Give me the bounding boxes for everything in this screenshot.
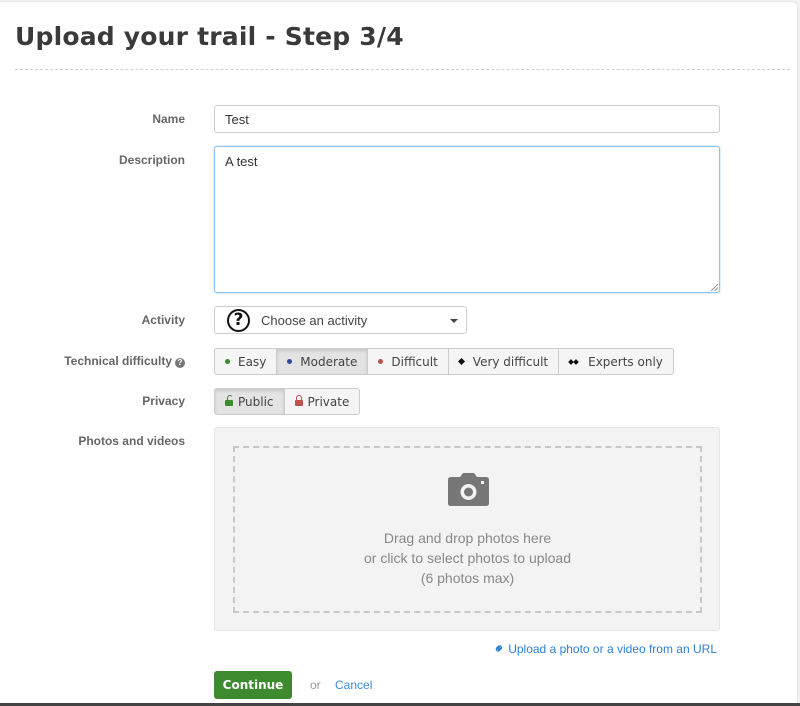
caret-down-icon	[450, 319, 458, 323]
camera-icon	[448, 473, 489, 506]
privacy-label: Privacy	[142, 394, 185, 408]
difficulty-very-difficult-label: Very difficult	[472, 354, 549, 369]
photos-label: Photos and videos	[78, 434, 185, 448]
description-label: Description	[118, 153, 185, 167]
name-label: Name	[152, 112, 185, 126]
dropzone-dashed-area[interactable]: Drag and drop photos here or click to se…	[233, 446, 702, 613]
unlock-icon	[225, 395, 233, 406]
privacy-private-button[interactable]: Private	[285, 389, 360, 414]
difficulty-easy-label: Easy	[238, 354, 267, 369]
activity-selected: Choose an activity	[261, 313, 368, 328]
dropzone-line-3: (6 photos max)	[420, 570, 515, 586]
difficulty-easy-button[interactable]: Easy	[215, 349, 278, 374]
difficulty-label-text: Technical difficulty	[64, 354, 172, 368]
difficulty-very-difficult-button[interactable]: Very difficult	[449, 349, 560, 374]
difficulty-experts-button[interactable]: Experts only	[559, 349, 673, 374]
help-icon[interactable]: ?	[175, 358, 185, 368]
upload-from-url-text: Upload a photo or a video from an URL	[508, 642, 717, 656]
red-dot-icon	[378, 359, 384, 364]
question-circle-icon: ?	[227, 309, 250, 332]
privacy-button-group: Public Private	[214, 388, 361, 415]
activity-label: Activity	[141, 313, 185, 327]
double-black-diamond-icon	[568, 358, 579, 365]
difficulty-label: Technical difficulty?	[64, 354, 185, 368]
blue-dot-icon	[287, 359, 293, 364]
difficulty-moderate-label: Moderate	[300, 354, 358, 369]
or-text: or	[310, 678, 321, 692]
title-divider	[15, 69, 790, 70]
difficulty-experts-label: Experts only	[588, 354, 663, 369]
dropzone-text: Drag and drop photos here or click to se…	[235, 528, 700, 588]
green-dot-icon	[225, 359, 230, 364]
continue-button[interactable]: Continue	[214, 671, 292, 699]
name-field[interactable]	[214, 105, 720, 133]
privacy-private-label: Private	[307, 394, 350, 409]
dropzone-line-1: Drag and drop photos here	[383, 530, 552, 546]
black-diamond-icon	[457, 357, 465, 366]
resize-handle[interactable]	[711, 284, 718, 291]
activity-select[interactable]: ? Choose an activity	[214, 306, 467, 334]
cancel-link[interactable]: Cancel	[335, 678, 372, 692]
difficulty-moderate-button[interactable]: Moderate	[277, 349, 369, 374]
link-icon: ⚭	[490, 639, 509, 658]
photo-dropzone[interactable]: Drag and drop photos here or click to se…	[214, 427, 720, 631]
upload-card: Upload your trail - Step 3/4 Name Descri…	[0, 1, 798, 703]
dropzone-line-2: or click to select photos to upload	[363, 550, 571, 566]
description-value: A test	[225, 154, 258, 169]
privacy-public-button[interactable]: Public	[215, 389, 285, 414]
difficulty-button-group: Easy Moderate Difficult Very difficult E…	[214, 348, 674, 375]
description-field[interactable]: A test	[214, 146, 720, 293]
difficulty-difficult-button[interactable]: Difficult	[368, 349, 449, 374]
lock-icon	[294, 395, 303, 406]
page-title: Upload your trail - Step 3/4	[15, 22, 404, 51]
privacy-public-label: Public	[238, 394, 274, 409]
upload-from-url-link[interactable]: ⚭ Upload a photo or a video from an URL	[490, 639, 717, 657]
difficulty-difficult-label: Difficult	[391, 354, 438, 369]
